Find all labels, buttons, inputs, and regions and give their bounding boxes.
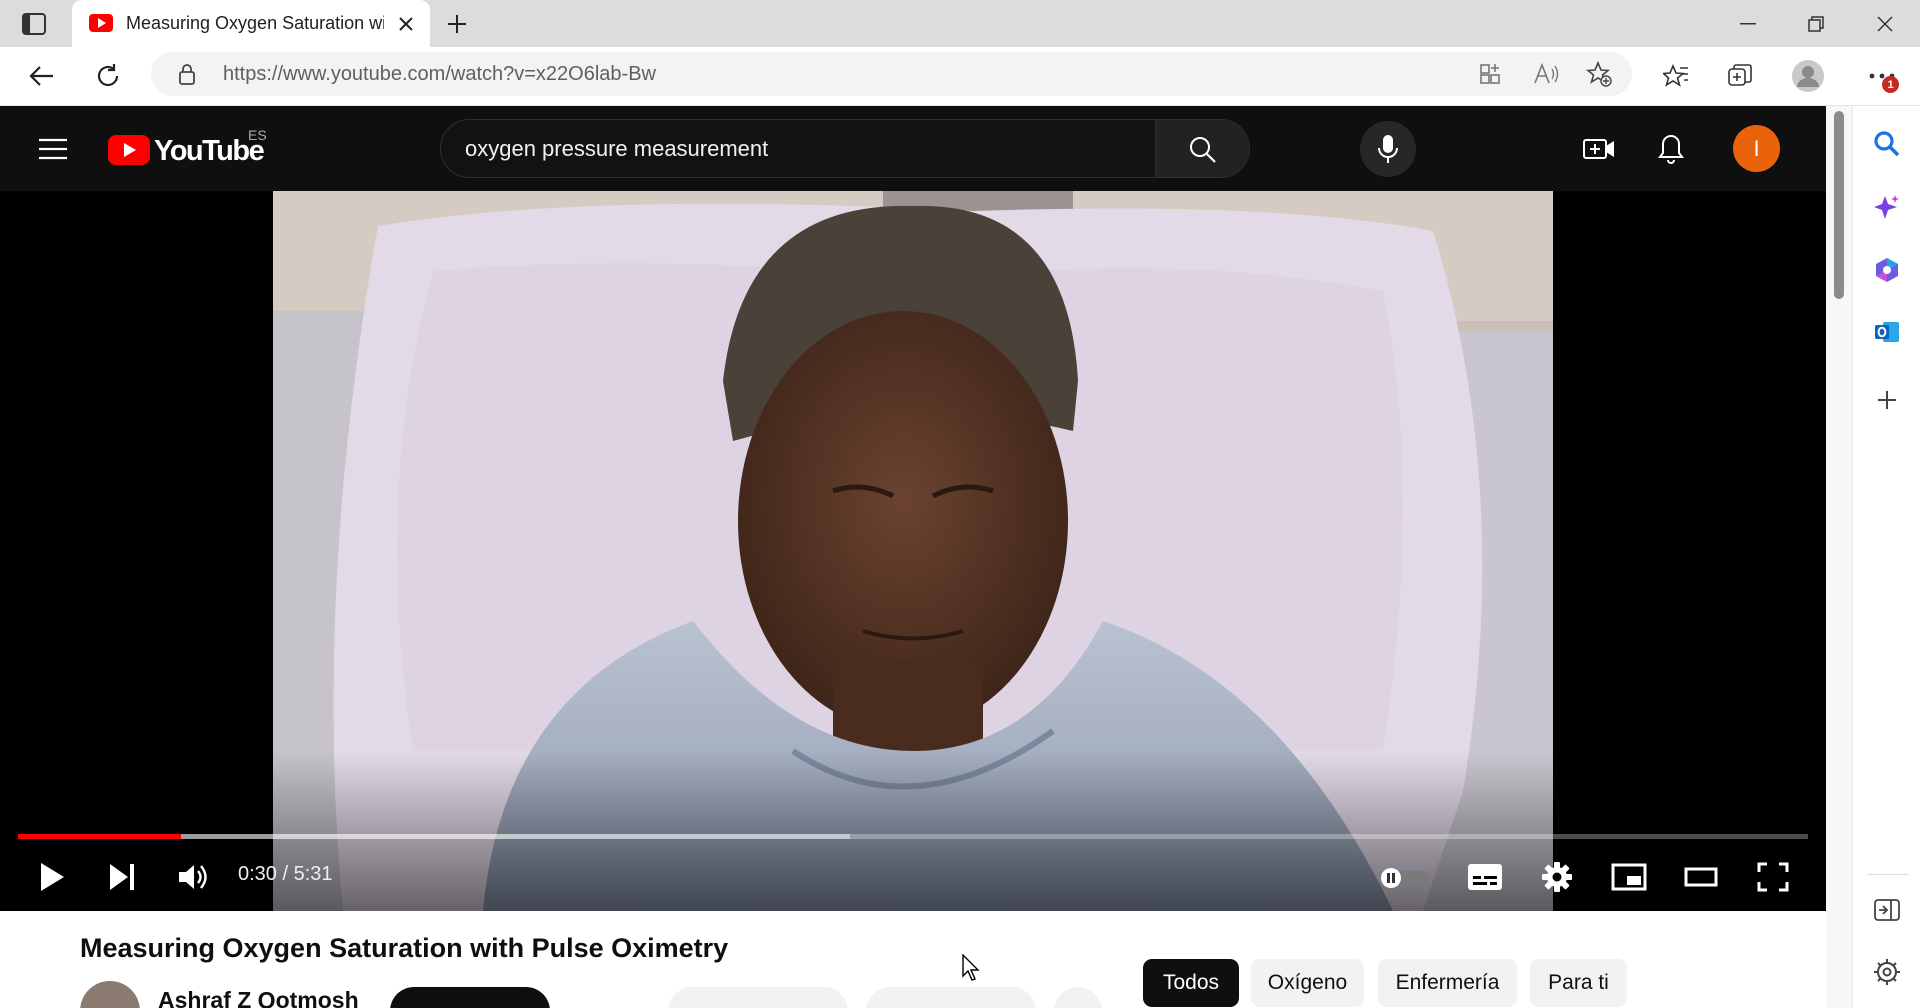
active-tab[interactable]: Measuring Oxygen Saturation wi — [72, 0, 430, 47]
search-input[interactable]: oxygen pressure measurement — [465, 136, 768, 162]
collections-icon[interactable] — [1722, 59, 1758, 93]
edge-sidebar — [1852, 106, 1920, 1008]
minimize-icon[interactable] — [1725, 10, 1771, 38]
search-button[interactable] — [1155, 120, 1249, 177]
more-actions-button[interactable] — [1054, 987, 1102, 1008]
youtube-logo-text: YouTube — [154, 135, 265, 167]
chip-all[interactable]: Todos — [1143, 959, 1239, 1007]
tab-actions-icon[interactable] — [18, 10, 50, 38]
back-icon[interactable] — [22, 59, 62, 93]
miniplayer-icon[interactable] — [1606, 855, 1652, 899]
progress-bar[interactable] — [18, 834, 1808, 839]
chip-nursing[interactable]: Enfermería — [1378, 959, 1517, 1007]
progress-played — [18, 834, 181, 839]
channel-avatar[interactable] — [80, 981, 140, 1008]
search-icon — [1188, 135, 1218, 165]
read-aloud-icon[interactable] — [1531, 60, 1561, 88]
voice-search-button[interactable] — [1360, 121, 1416, 177]
sidebar-settings-icon[interactable] — [1869, 954, 1905, 990]
mouse-cursor-icon — [960, 953, 982, 983]
youtube-favicon-icon — [88, 12, 114, 34]
play-icon[interactable] — [32, 855, 72, 899]
fullscreen-icon[interactable] — [1750, 855, 1796, 899]
profile-icon[interactable] — [1788, 57, 1828, 95]
outlook-icon[interactable] — [1869, 314, 1905, 350]
create-video-icon[interactable] — [1578, 128, 1620, 170]
notifications-bell-icon[interactable] — [1650, 128, 1692, 170]
menu-icon[interactable] — [32, 128, 74, 170]
scrollbar-thumb[interactable] — [1834, 111, 1844, 299]
lock-icon[interactable] — [175, 62, 199, 86]
notification-badge: 1 — [1882, 76, 1899, 93]
hide-sidebar-icon[interactable] — [1869, 892, 1905, 928]
browser-tab-bar: Measuring Oxygen Saturation wi — [0, 0, 1920, 47]
close-tab-icon[interactable] — [394, 12, 418, 36]
region-code: ES — [248, 127, 267, 143]
chip-oxygen[interactable]: Oxígeno — [1251, 959, 1364, 1007]
volume-icon[interactable] — [172, 855, 216, 899]
close-window-icon[interactable] — [1862, 10, 1908, 38]
account-avatar[interactable]: I — [1733, 125, 1780, 172]
browser-toolbar: https://www.youtube.com/watch?v=x22O6lab… — [0, 47, 1920, 106]
like-dislike-button[interactable] — [668, 987, 848, 1008]
search-box[interactable]: oxygen pressure measurement — [440, 119, 1250, 178]
settings-gear-icon[interactable] — [1534, 855, 1580, 899]
address-bar[interactable]: https://www.youtube.com/watch?v=x22O6lab… — [151, 52, 1632, 96]
new-tab-icon[interactable] — [442, 10, 472, 38]
autoplay-toggle-icon[interactable] — [1378, 861, 1434, 895]
add-sidebar-app-icon[interactable] — [1869, 382, 1905, 418]
chip-for-you[interactable]: Para ti — [1530, 959, 1627, 1007]
copilot-sparkle-icon[interactable] — [1869, 190, 1905, 226]
video-info-section: Measuring Oxygen Saturation with Pulse O… — [0, 911, 1826, 1008]
office-icon[interactable] — [1869, 252, 1905, 288]
youtube-header: YouTube ES oxygen pressure measurement I — [0, 106, 1826, 191]
refresh-icon[interactable] — [88, 59, 128, 93]
video-title: Measuring Oxygen Saturation with Pulse O… — [80, 933, 729, 963]
add-favorite-icon[interactable] — [1583, 60, 1615, 88]
tab-title: Measuring Oxygen Saturation wi — [126, 13, 384, 33]
restore-icon[interactable] — [1793, 10, 1839, 38]
sidebar-divider — [1867, 874, 1909, 875]
microphone-icon — [1374, 133, 1402, 165]
page-scrollbar[interactable] — [1826, 106, 1852, 1008]
url-text: https://www.youtube.com/watch?v=x22O6lab… — [223, 63, 656, 85]
channel-name[interactable]: Ashraf Z Qotmosh — [158, 987, 359, 1008]
apps-icon[interactable] — [1475, 60, 1505, 88]
youtube-logo[interactable]: YouTube ES — [108, 127, 278, 170]
time-display: 0:30 / 5:31 — [238, 863, 333, 885]
subscribe-button[interactable] — [390, 987, 550, 1008]
share-button[interactable] — [866, 987, 1036, 1008]
subtitles-icon[interactable] — [1462, 855, 1508, 899]
notification-count: 1 — [1887, 78, 1894, 91]
favorites-icon[interactable] — [1658, 59, 1694, 93]
video-player[interactable]: 0:30 / 5:31 — [0, 191, 1826, 911]
next-video-icon[interactable] — [102, 855, 142, 899]
theater-mode-icon[interactable] — [1678, 855, 1724, 899]
sidebar-search-icon[interactable] — [1869, 126, 1905, 162]
